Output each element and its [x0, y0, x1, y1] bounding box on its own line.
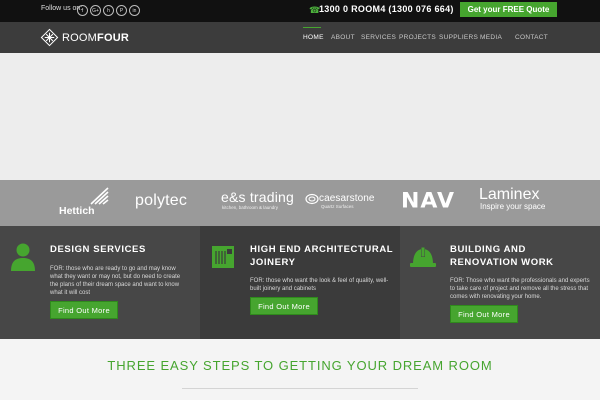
social-links: f G+ h P in — [77, 5, 140, 16]
steps-section: THREE EASY STEPS TO GETTING YOUR DREAM R… — [0, 339, 600, 400]
hero-banner — [0, 53, 600, 180]
service-description: FOR: those who are ready to go and may k… — [50, 266, 181, 296]
hettich-logo[interactable]: Hettich — [59, 205, 95, 217]
nav-projects[interactable]: PROJECTS — [399, 34, 436, 41]
service-card-design: DESIGN SERVICES FOR: those who are ready… — [0, 226, 200, 339]
phone-number[interactable]: 1300 0 ROOM4 (1300 076 664) — [319, 4, 454, 14]
nav-services[interactable]: SERVICES — [361, 34, 396, 41]
houzz-icon[interactable]: h — [103, 5, 114, 16]
person-icon — [11, 243, 35, 271]
caesarstone-logo[interactable]: caesarstone — [319, 193, 375, 204]
top-bar: Follow us on: f G+ h P in ☎ 1300 0 ROOM4… — [0, 0, 600, 22]
polytec-logo[interactable]: polytec — [135, 192, 187, 210]
linkedin-icon[interactable]: in — [129, 5, 140, 16]
hard-hat-icon — [410, 247, 436, 267]
steps-divider — [182, 388, 418, 389]
blueprint-icon — [212, 246, 234, 268]
service-card-joinery: HIGH END ARCHITECTURAL JOINERY FOR: thos… — [200, 226, 400, 339]
pinterest-icon[interactable]: P — [116, 5, 127, 16]
find-out-more-button[interactable]: Find Out More — [450, 305, 518, 323]
nav-about[interactable]: ABOUT — [331, 34, 355, 41]
main-navbar: ROOMFOUR HOME ABOUT SERVICES PROJECTS SU… — [0, 22, 600, 53]
supplier-logos-strip: Hettich polytec e&s trading kitchen, bat… — [0, 180, 600, 226]
google-plus-icon[interactable]: G+ — [90, 5, 101, 16]
facebook-icon[interactable]: f — [77, 5, 88, 16]
es-trading-tagline: kitchen, bathroom & laundry — [222, 205, 279, 210]
service-title: BUILDING AND RENOVATION WORK — [450, 244, 554, 268]
find-out-more-button[interactable]: Find Out More — [50, 301, 118, 319]
nav-brand-logo[interactable]: NAV — [401, 190, 455, 214]
service-description: FOR: those who want the look & feel of q… — [250, 278, 389, 292]
find-out-more-button[interactable]: Find Out More — [250, 297, 318, 315]
service-title: HIGH END ARCHITECTURAL JOINERY — [250, 244, 394, 268]
nav-media[interactable]: MEDIA — [480, 34, 502, 41]
caesarstone-tagline: Quartz Surfaces — [321, 204, 354, 209]
nav-suppliers[interactable]: SUPPLIERS — [439, 34, 478, 41]
hettich-logo-icon — [90, 187, 109, 205]
es-trading-logo[interactable]: e&s trading — [221, 189, 294, 205]
nav-home[interactable]: HOME — [303, 34, 324, 41]
service-card-renovation: BUILDING AND RENOVATION WORK FOR: Those … — [400, 226, 600, 339]
caesarstone-logo-icon — [305, 193, 319, 205]
steps-heading: THREE EASY STEPS TO GETTING YOUR DREAM R… — [107, 358, 493, 373]
service-description: FOR: Those who want the professionals an… — [450, 278, 590, 300]
active-nav-indicator — [303, 27, 321, 28]
service-title: DESIGN SERVICES — [50, 244, 146, 255]
nav-contact[interactable]: CONTACT — [515, 34, 548, 41]
free-quote-button[interactable]: Get your FREE Quote — [460, 2, 557, 17]
laminex-tagline: Inspire your space — [480, 202, 546, 211]
services-section: DESIGN SERVICES FOR: those who are ready… — [0, 226, 600, 339]
nav-menu: HOME ABOUT SERVICES PROJECTS SUPPLIERS M… — [0, 27, 600, 44]
